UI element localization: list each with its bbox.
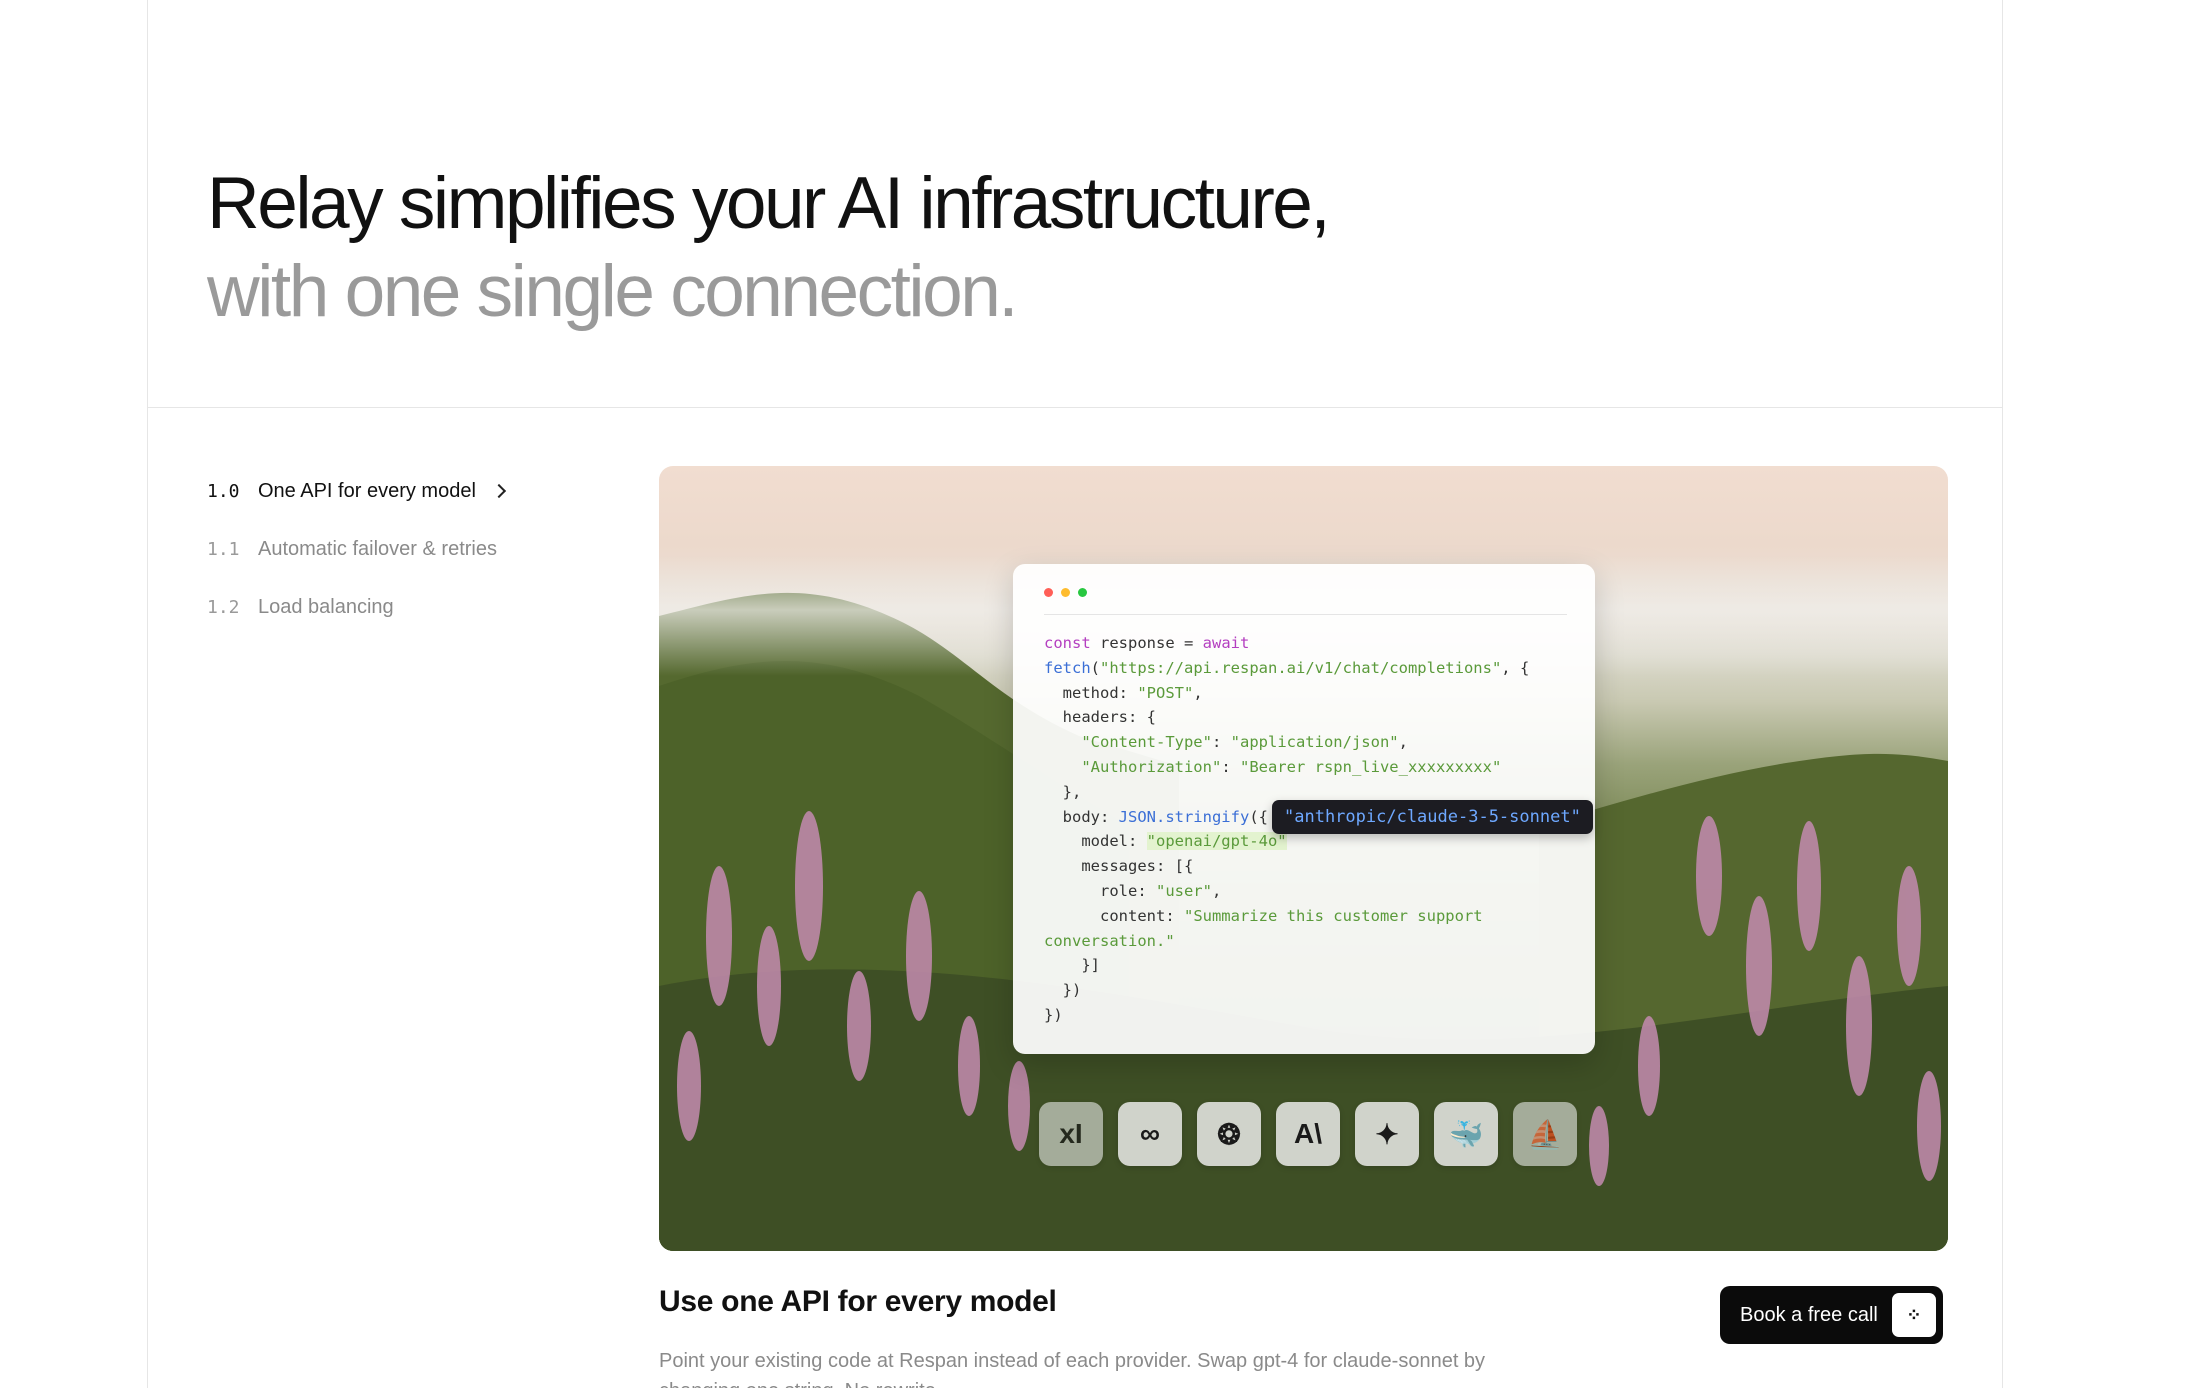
- window-controls: [1044, 588, 1087, 597]
- step-label: Automatic failover & retries: [258, 537, 497, 560]
- provider-icons: xI ∞ ❂ A\ ✦ 🐳 ⛵: [1039, 1102, 1577, 1166]
- xai-icon[interactable]: xI: [1039, 1102, 1103, 1166]
- step-failover[interactable]: 1.1 Automatic failover & retries: [207, 520, 504, 578]
- anthropic-icon[interactable]: A\: [1276, 1102, 1340, 1166]
- step-load-balancing[interactable]: 1.2 Load balancing: [207, 578, 504, 636]
- step-number: 1.0: [207, 480, 240, 502]
- chevron-right-icon: [491, 483, 506, 499]
- close-dot-icon: [1044, 588, 1053, 597]
- book-call-button[interactable]: Book a free call ⁘: [1720, 1286, 1943, 1344]
- mistral-icon[interactable]: ⛵: [1513, 1102, 1577, 1166]
- meta-icon[interactable]: ∞: [1118, 1102, 1182, 1166]
- hero-title-line2: with one single connection.: [207, 251, 1019, 332]
- model-swap-tag: "anthropic/claude-3-5-sonnet": [1272, 800, 1593, 834]
- grid-dots-icon: ⁘: [1891, 1293, 1936, 1337]
- gemini-icon[interactable]: ✦: [1355, 1102, 1419, 1166]
- step-number: 1.2: [207, 596, 240, 618]
- hero-headline: Relay simplifies your AI infrastructure,…: [207, 160, 1331, 336]
- maximize-dot-icon: [1078, 588, 1087, 597]
- step-label: Load balancing: [258, 595, 394, 618]
- openai-icon[interactable]: ❂: [1197, 1102, 1261, 1166]
- feature-media: const response = await fetch("https://ap…: [659, 466, 1948, 1251]
- step-one-api[interactable]: 1.0 One API for every model: [207, 462, 506, 520]
- section-divider: [147, 407, 2003, 408]
- step-label: One API for every model: [258, 479, 476, 502]
- cta-label: Book a free call: [1740, 1303, 1878, 1326]
- minimize-dot-icon: [1061, 588, 1070, 597]
- feature-steps: 1.0 One API for every model 1.1 Automati…: [207, 462, 506, 636]
- hero-title-line1: Relay simplifies your AI infrastructure,: [207, 163, 1331, 244]
- step-number: 1.1: [207, 538, 240, 560]
- deepseek-icon[interactable]: 🐳: [1434, 1102, 1498, 1166]
- window-divider: [1044, 614, 1567, 615]
- section-title: Use one API for every model: [659, 1285, 1057, 1318]
- section-description: Point your existing code at Respan inste…: [659, 1350, 1486, 1388]
